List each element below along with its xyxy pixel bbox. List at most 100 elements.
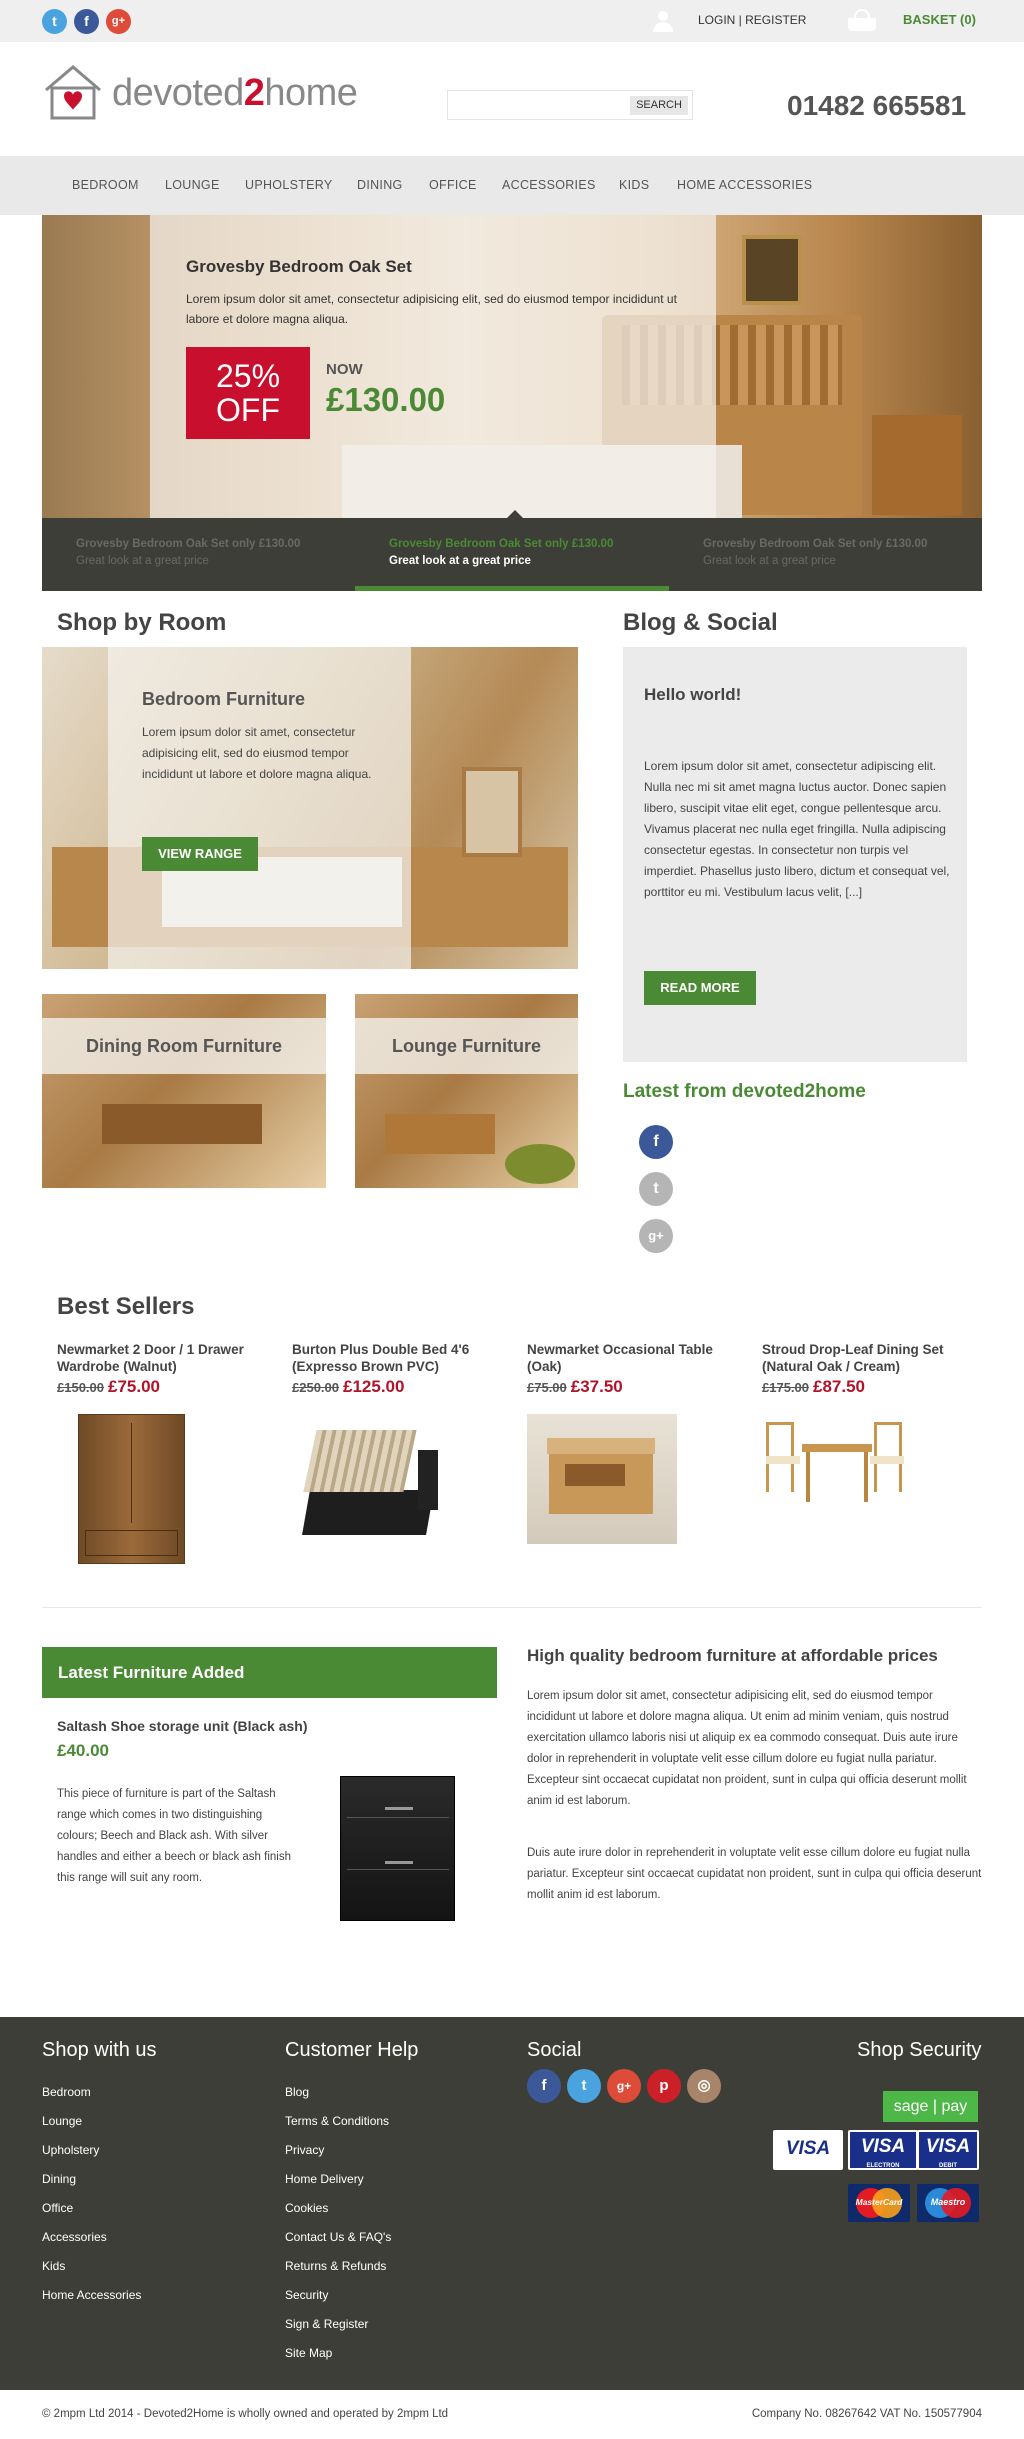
footer-link-contact[interactable]: Contact Us & FAQ's (285, 2230, 391, 2244)
shop-by-room-title: Shop by Room (57, 609, 227, 636)
footer-help-title: Customer Help (285, 2039, 419, 2061)
nav-accessories[interactable]: ACCESSORIES (502, 178, 596, 192)
logo-house-icon[interactable] (42, 64, 104, 120)
lounge-image[interactable]: Lounge Furniture (355, 994, 578, 1188)
twitter-icon[interactable]: t (639, 1172, 673, 1206)
blog-social-title: Blog & Social (623, 609, 778, 636)
twitter-icon[interactable]: t (567, 2069, 601, 2103)
nav-dining[interactable]: DINING (357, 178, 403, 192)
mastercard-logo: MasterCard (848, 2184, 910, 2222)
slide-tab-3[interactable]: Grovesby Bedroom Oak Set only £130.00 Gr… (703, 536, 927, 570)
visa-electron-logo: VISA ELECTRON (848, 2130, 918, 2170)
nav-home-accessories[interactable]: HOME ACCESSORIES (677, 178, 812, 192)
product-name[interactable]: Stroud Drop-Leaf Dining Set (Natural Oak… (762, 1341, 972, 1375)
bedroom-furniture-panel: Bedroom Furniture Lorem ipsum dolor sit … (108, 647, 411, 969)
footer-link-security[interactable]: Security (285, 2288, 328, 2302)
footer: Shop with us Bedroom Lounge Upholstery D… (0, 2017, 1024, 2390)
google-plus-icon[interactable]: g+ (607, 2069, 641, 2103)
latest-product-text: This piece of furniture is part of the S… (57, 1788, 291, 1884)
dining-room-image[interactable]: Dining Room Furniture (42, 994, 326, 1188)
product-price: £75.00 £37.50 (527, 1377, 623, 1396)
wardrobe-image[interactable] (78, 1414, 185, 1564)
twitter-icon[interactable]: t (42, 9, 67, 34)
visa-debit-logo: VISA DEBIT (917, 2130, 979, 2170)
slide-tab-1[interactable]: Grovesby Bedroom Oak Set only £130.00 Gr… (76, 536, 300, 570)
nav-kids[interactable]: KIDS (619, 178, 649, 192)
top-bar: t f g+ LOGIN | REGISTER BASKET (0) (0, 0, 1024, 42)
now-label: NOW (326, 361, 363, 378)
product-name[interactable]: Burton Plus Double Bed 4'6 (Expresso Bro… (292, 1341, 502, 1375)
footer-link-upholstery[interactable]: Upholstery (42, 2143, 99, 2157)
dining-set-image[interactable] (762, 1414, 912, 1509)
footer-link-lounge[interactable]: Lounge (42, 2114, 82, 2128)
nav-upholstery[interactable]: UPHOLSTERY (245, 178, 333, 192)
facebook-icon[interactable]: f (74, 9, 99, 34)
visa-card-logo: VISA (773, 2130, 843, 2170)
discount-badge: 25% OFF (186, 347, 310, 439)
dining-room-label[interactable]: Dining Room Furniture (42, 1018, 326, 1074)
footer-link-terms[interactable]: Terms & Conditions (285, 2114, 389, 2128)
company-info: Company No. 08267642 VAT No. 150577904 (751, 2408, 982, 2420)
storage-bed-image[interactable] (300, 1420, 445, 1545)
about-paragraph-1: Lorem ipsum dolor sit amet, consectetur … (527, 1690, 967, 1807)
product-price: £150.00 £75.00 (57, 1377, 160, 1396)
footer-link-kids[interactable]: Kids (42, 2259, 65, 2273)
footer-link-home-accessories[interactable]: Home Accessories (42, 2288, 141, 2302)
read-more-button[interactable]: READ MORE (644, 971, 756, 1005)
footer-link-privacy[interactable]: Privacy (285, 2143, 324, 2157)
best-sellers-title: Best Sellers (57, 1293, 195, 1320)
footer-link-sign-register[interactable]: Sign & Register (285, 2317, 368, 2331)
logo-text[interactable]: devoted2home (112, 72, 358, 115)
about-paragraph-2: Duis aute irure dolor in reprehenderit i… (527, 1847, 982, 1901)
about-title: High quality bedroom furniture at afford… (527, 1646, 938, 1665)
view-range-button[interactable]: VIEW RANGE (142, 837, 258, 871)
basket-icon (847, 8, 877, 32)
footer-link-accessories[interactable]: Accessories (42, 2230, 107, 2244)
occasional-table-image[interactable] (527, 1414, 677, 1544)
basket-link[interactable]: BASKET (0) (903, 12, 976, 27)
search-button[interactable]: SEARCH (630, 96, 688, 115)
footer-link-home-delivery[interactable]: Home Delivery (285, 2172, 364, 2186)
login-register-link[interactable]: LOGIN | REGISTER (698, 13, 806, 27)
blog-post-text: Lorem ipsum dolor sit amet, consectetur … (644, 759, 950, 899)
shoe-storage-image[interactable] (340, 1776, 455, 1921)
blog-post-title[interactable]: Hello world! (644, 685, 741, 705)
lounge-label[interactable]: Lounge Furniture (355, 1018, 578, 1074)
active-slide-pointer (507, 510, 523, 518)
footer-link-bedroom[interactable]: Bedroom (42, 2085, 91, 2099)
slide-tab-2[interactable]: Grovesby Bedroom Oak Set only £130.00 Gr… (355, 518, 669, 591)
footer-shop-title: Shop with us (42, 2039, 157, 2061)
google-plus-icon[interactable]: g+ (639, 1219, 673, 1253)
product-name[interactable]: Newmarket Occasional Table (Oak) (527, 1341, 737, 1375)
hero-price: £130.00 (326, 381, 446, 418)
footer-link-dining[interactable]: Dining (42, 2172, 76, 2186)
footer-link-site-map[interactable]: Site Map (285, 2346, 332, 2360)
latest-from-title: Latest from devoted2home (623, 1081, 866, 1102)
hero-text: Lorem ipsum dolor sit amet, consectetur … (186, 292, 677, 326)
product-price: £250.00 £125.00 (292, 1377, 405, 1396)
nav-office[interactable]: OFFICE (429, 178, 477, 192)
search-box: SEARCH (447, 90, 693, 120)
pinterest-icon[interactable]: p (647, 2069, 681, 2103)
instagram-icon[interactable]: ◎ (687, 2069, 721, 2103)
facebook-icon[interactable]: f (527, 2069, 561, 2103)
bedroom-furniture-text: Lorem ipsum dolor sit amet, consectetur … (142, 725, 372, 781)
slide-tabs: Grovesby Bedroom Oak Set only £130.00 Gr… (42, 510, 982, 591)
footer-social-title: Social (527, 2039, 582, 2061)
latest-product-name[interactable]: Saltash Shoe storage unit (Black ash) (57, 1718, 308, 1734)
footer-link-blog[interactable]: Blog (285, 2085, 309, 2099)
copyright-text: © 2mpm Ltd 2014 - Devoted2Home is wholly… (42, 2408, 449, 2420)
nav-bedroom[interactable]: BEDROOM (72, 178, 139, 192)
blog-panel: Hello world! Lorem ipsum dolor sit amet,… (623, 647, 967, 1062)
nav-lounge[interactable]: LOUNGE (165, 178, 220, 192)
sagepay-logo: sage | pay (883, 2091, 978, 2122)
product-name[interactable]: Newmarket 2 Door / 1 Drawer Wardrobe (Wa… (57, 1341, 267, 1375)
footer-link-returns[interactable]: Returns & Refunds (285, 2259, 386, 2273)
facebook-icon[interactable]: f (639, 1125, 673, 1159)
footer-link-cookies[interactable]: Cookies (285, 2201, 328, 2215)
footer-link-office[interactable]: Office (42, 2201, 73, 2215)
google-plus-icon[interactable]: g+ (106, 9, 131, 34)
user-icon (652, 9, 674, 33)
product-price: £175.00 £87.50 (762, 1377, 865, 1396)
search-input[interactable] (452, 95, 622, 115)
